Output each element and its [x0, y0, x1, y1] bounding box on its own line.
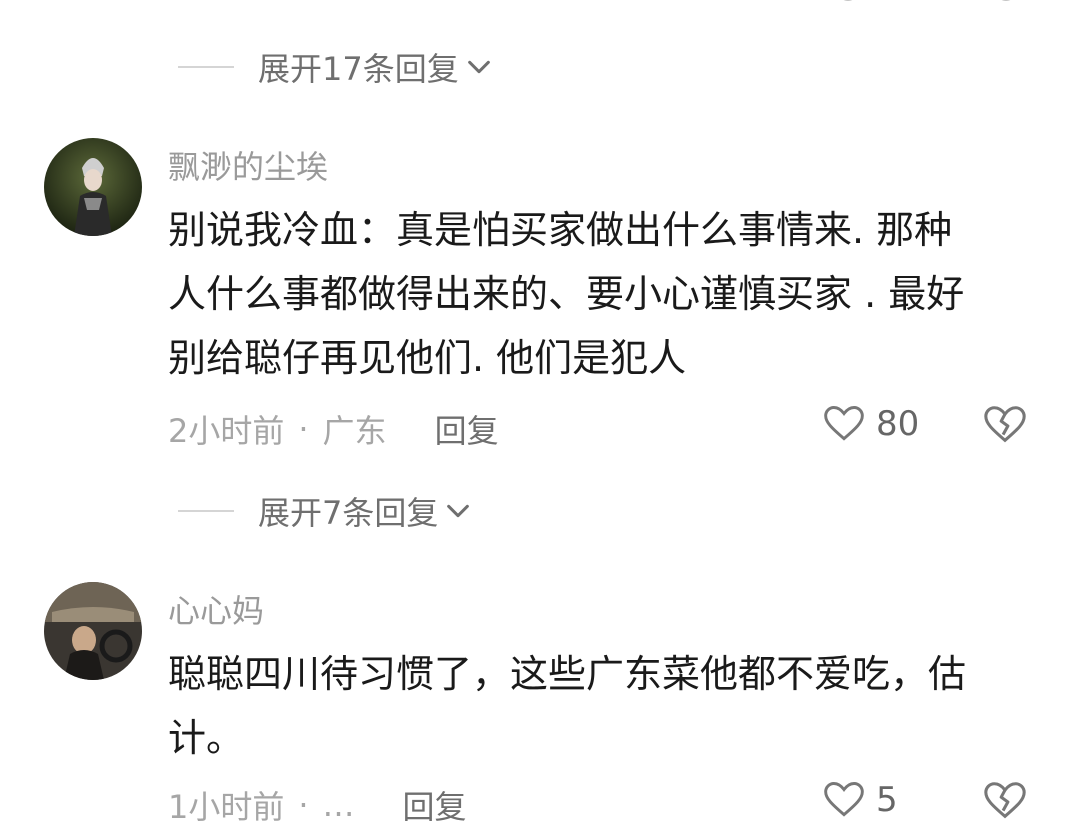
chevron-down-icon — [467, 60, 490, 74]
expand-replies-button[interactable]: 展开7条回复 — [178, 488, 472, 534]
heart-outline-icon[interactable] — [826, 0, 870, 10]
like-button[interactable]: 5 — [822, 778, 898, 822]
comment-text: 别说我冷血：真是怕买家做出什么事情来. 那种 人什么事都做得出来的、要小心谨慎买… — [168, 198, 1048, 390]
timestamp: 2小时前 — [168, 412, 285, 450]
expand-replies-label: 展开7条回复 — [258, 494, 439, 532]
like-count: 80 — [876, 404, 920, 444]
comment-line: 别说我冷血：真是怕买家做出什么事情来. 那种 — [168, 208, 953, 252]
expand-replies-button[interactable]: 展开17条回复 — [178, 44, 493, 90]
divider-line — [178, 66, 234, 68]
expand-replies-label: 展开17条回复 — [258, 50, 459, 88]
username[interactable]: 心心妈 — [168, 586, 264, 632]
heart-outline-icon — [824, 782, 864, 817]
avatar[interactable] — [44, 138, 142, 236]
broken-heart-icon[interactable] — [984, 0, 1028, 10]
comment-line: 计。 — [168, 716, 245, 760]
comment-text: 聪聪四川待习惯了，这些广东菜他都不爱吃，估 计。 — [168, 642, 1048, 770]
comment-line: 别给聪仔再见他们. 他们是犯人 — [168, 336, 687, 380]
location: 广东 — [322, 412, 387, 450]
comment-meta: 1小时前 · … 回复 — [168, 782, 467, 828]
heart-outline-icon — [824, 406, 864, 441]
reply-button[interactable]: 回复 — [435, 406, 499, 452]
broken-heart-icon[interactable] — [982, 778, 1028, 824]
like-button[interactable]: 80 — [822, 402, 919, 446]
avatar[interactable] — [44, 582, 142, 680]
meta-separator: · — [298, 410, 309, 448]
comment-line: 聪聪四川待习惯了，这些广东菜他都不爱吃，估 — [168, 652, 967, 696]
like-count: 5 — [876, 780, 898, 820]
comment-line: 人什么事都做得出来的、要小心谨慎买家 . 最好 — [168, 272, 965, 316]
comment-meta: 2小时前 · 广东 回复 — [168, 406, 499, 452]
timestamp: 1小时前 — [168, 788, 285, 826]
meta-separator: · — [298, 786, 309, 824]
divider-line — [178, 510, 234, 512]
location: … — [322, 786, 355, 824]
username[interactable]: 飘渺的尘埃 — [168, 142, 328, 188]
reply-button[interactable]: 回复 — [403, 782, 467, 828]
chevron-down-icon — [447, 504, 470, 518]
broken-heart-icon[interactable] — [982, 402, 1028, 448]
